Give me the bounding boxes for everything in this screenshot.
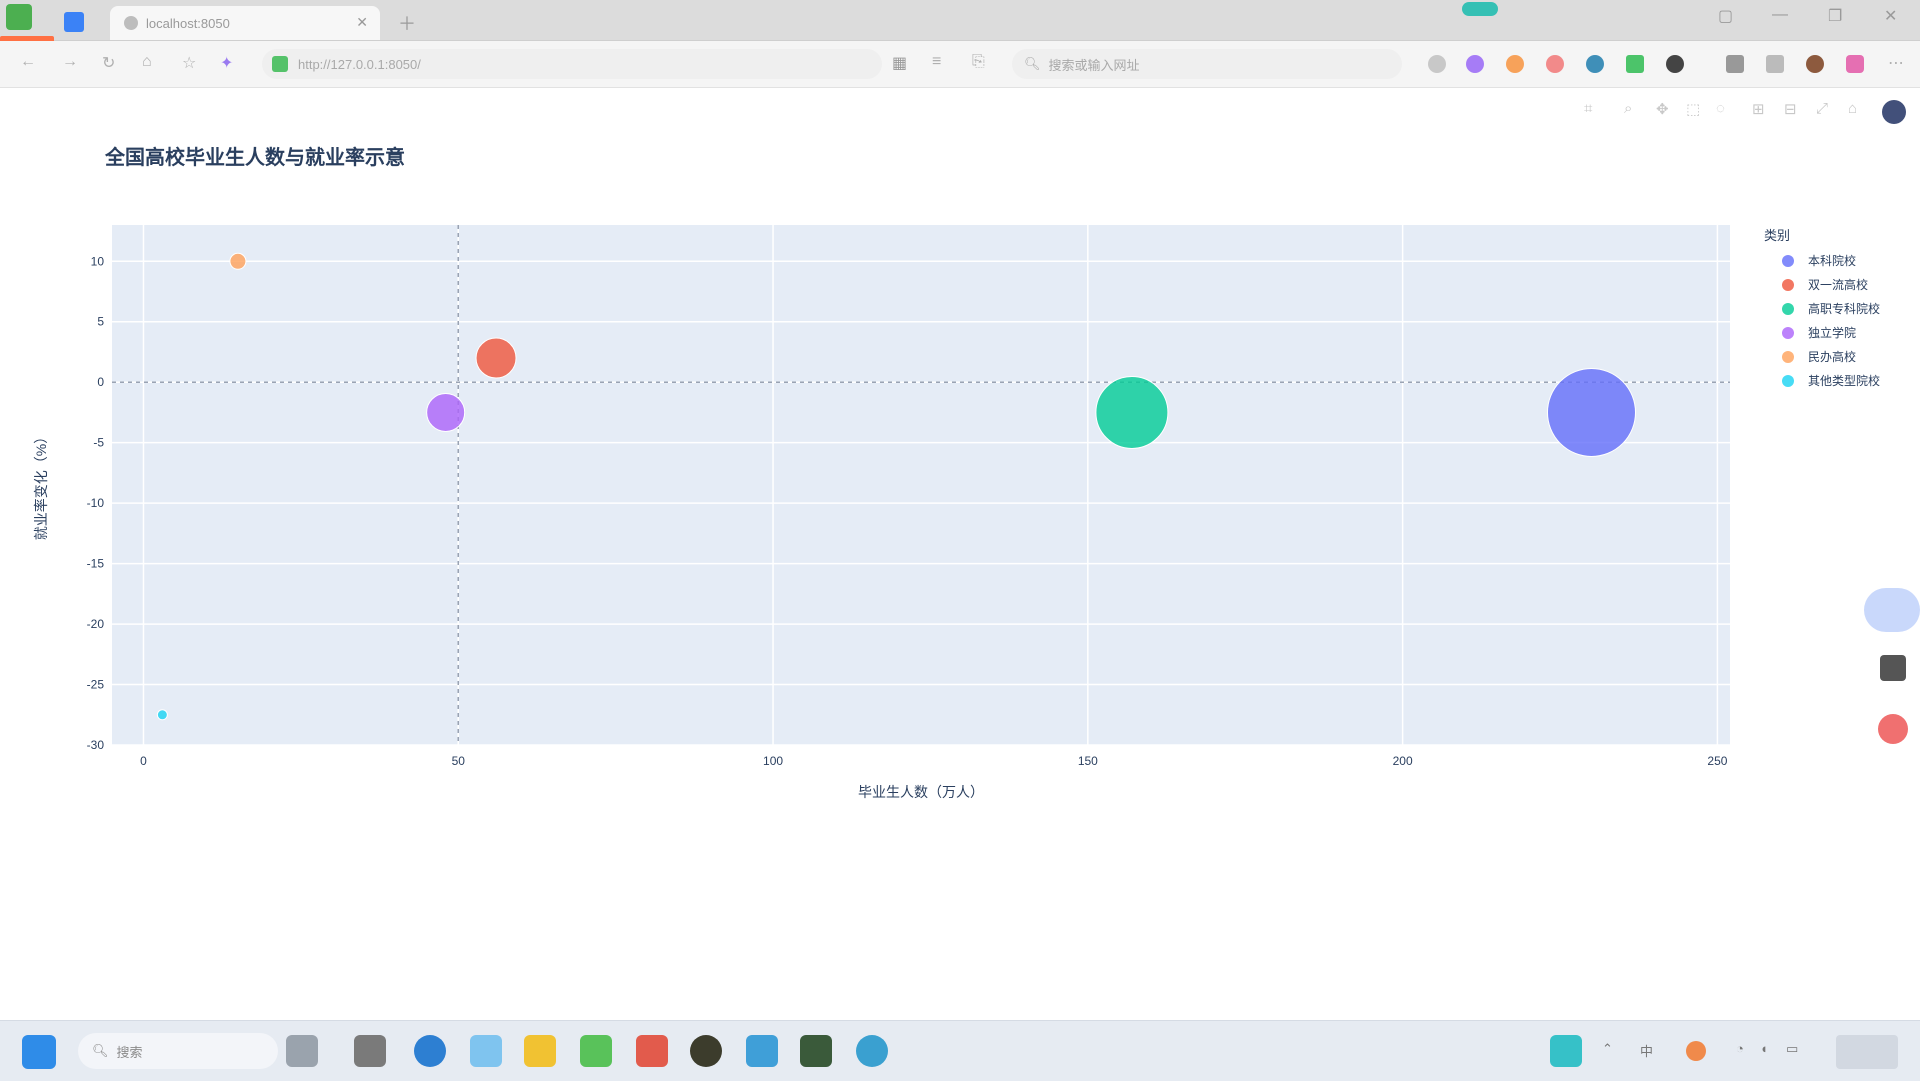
app-blue-icon[interactable] [746,1035,778,1067]
scatter-chart: 0 50 100 150 200 2501050-5-10-15-20-25-30毕业生人… [33,225,1880,800]
legend-marker[interactable] [1782,279,1794,291]
legend-item-label[interactable]: 民办高校 [1808,349,1856,364]
data-point[interactable] [475,337,517,379]
start-icon[interactable] [22,1035,56,1069]
y-tick-label: -20 [87,617,105,631]
x-tick-label: 100 [763,754,783,768]
feedback-icon[interactable] [1878,714,1908,744]
y-tick-label: 10 [91,254,105,268]
task-view-icon[interactable] [286,1035,318,1067]
widgets-icon[interactable] [354,1035,386,1067]
y-tick-label: -10 [87,496,105,510]
chevron-up-icon[interactable]: ⌃ [1602,1041,1613,1057]
mail-icon[interactable] [470,1035,502,1067]
ime-icon[interactable]: 中 [1640,1041,1653,1060]
legend-title: 类别 [1764,228,1790,243]
y-tick-label: -5 [93,436,104,450]
x-tick-label: 50 [452,754,466,768]
app-dark-icon[interactable] [690,1035,722,1067]
legend-item-label[interactable]: 高职专科院校 [1808,301,1880,316]
folder-icon[interactable] [524,1035,556,1067]
browser-green-icon[interactable] [580,1035,612,1067]
x-tick-label: 200 [1393,754,1413,768]
tray-app-icon[interactable] [1550,1035,1582,1067]
x-tick-label: 150 [1078,754,1098,768]
taskbar-search-label: 搜索 [116,1044,143,1060]
legend-marker[interactable] [1782,327,1794,339]
legend-marker[interactable] [1782,255,1794,267]
y-tick-label: -30 [87,738,105,752]
data-point[interactable] [156,709,168,721]
y-tick-label: 5 [97,315,104,329]
app-red-icon[interactable] [636,1035,668,1067]
legend-marker[interactable] [1782,303,1794,315]
taskbar-search[interactable]: 🔍︎ 搜索 [78,1033,278,1069]
legend-item-label[interactable]: 本科院校 [1808,253,1856,268]
y-tick-label: 0 [97,375,104,389]
terminal-icon[interactable] [800,1035,832,1067]
wifi-icon[interactable]: ◔ [1736,1041,1744,1056]
x-tick-label: 0 [140,754,147,768]
volume-icon[interactable]: ◖ [1760,1041,1768,1056]
clock[interactable] [1836,1035,1898,1069]
legend-item-label[interactable]: 其他类型院校 [1808,373,1880,388]
translate-icon[interactable] [1880,655,1906,681]
y-tick-label: -25 [87,678,105,692]
app-cyan-icon[interactable] [856,1035,888,1067]
taskbar: 🔍︎ 搜索 ⌃ 中 ◔ ◖ ▭ [0,1020,1920,1081]
tray-orange-icon[interactable] [1686,1041,1706,1061]
battery-icon[interactable]: ▭ [1786,1041,1798,1057]
y-axis-label: 就业率变化（%） [33,430,49,540]
data-point[interactable] [1546,367,1636,457]
data-point[interactable] [426,392,466,432]
data-point[interactable] [229,252,247,270]
search-icon: 🔍︎ [92,1043,109,1058]
legend-marker[interactable] [1782,375,1794,387]
y-tick-label: -15 [87,557,105,571]
data-point[interactable] [1095,375,1169,449]
plot-background [112,225,1730,745]
legend-item-label[interactable]: 双一流高校 [1808,277,1868,292]
x-tick-label: 250 [1707,754,1727,768]
legend-item-label[interactable]: 独立学院 [1808,325,1856,340]
x-axis-label: 毕业生人数（万人） [858,784,984,800]
legend-marker[interactable] [1782,351,1794,363]
edge-icon[interactable] [414,1035,446,1067]
assistant-button[interactable] [1864,588,1920,632]
